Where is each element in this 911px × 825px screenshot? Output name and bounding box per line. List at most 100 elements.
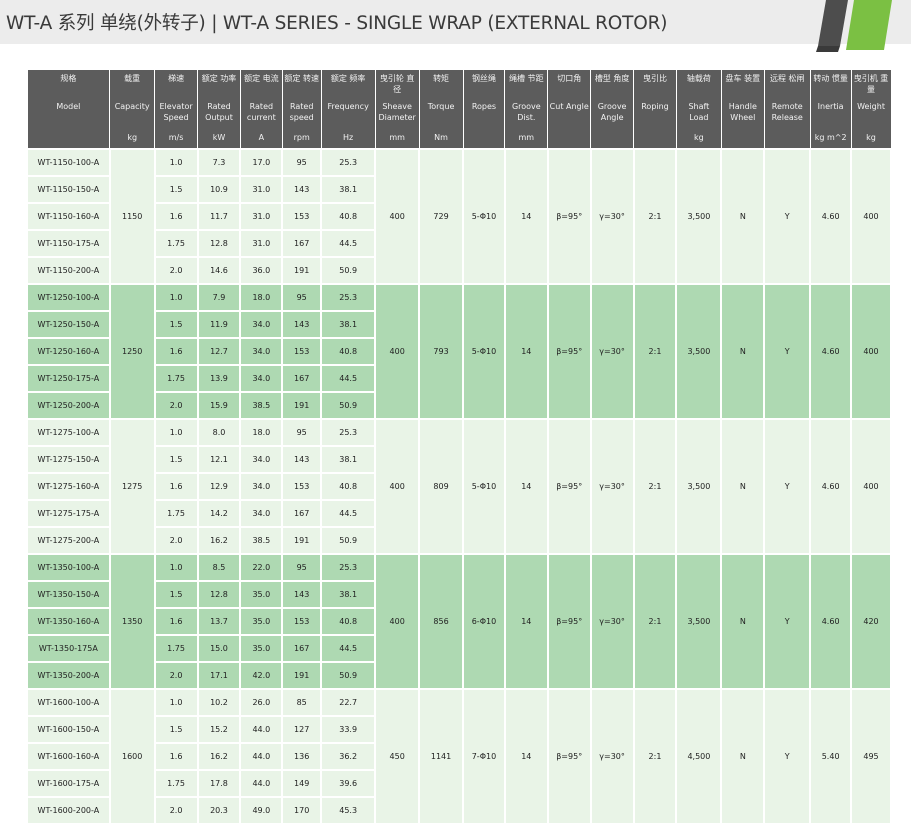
frequency-cell: 22.7 xyxy=(320,688,377,717)
groove-angle-cell: γ=30° xyxy=(589,688,635,825)
rpm-cell: 153 xyxy=(281,607,323,636)
column-header-en: Rated Output xyxy=(205,102,233,122)
current-cell: 44.0 xyxy=(239,742,284,771)
model-cell: WT-1275-200-A xyxy=(26,526,111,555)
remote-release-cell: Y xyxy=(763,418,812,555)
output-cell: 8.5 xyxy=(196,553,242,582)
column-header-zh: 梯速 xyxy=(168,74,185,83)
groove-dist-cell: 14 xyxy=(503,148,549,285)
column-header-zh: 盘车 装置 xyxy=(725,74,761,83)
capacity-cell: 1600 xyxy=(108,688,156,825)
table-row: WT-1350-100-A 1350 1.0 8.5 22.0 95 25.3 400 856 6… xyxy=(26,553,892,690)
column-header-zh: 额定 转速 xyxy=(284,74,319,83)
cut-angle-cell: β=95° xyxy=(546,553,592,690)
frequency-cell: 50.9 xyxy=(320,661,377,690)
current-cell: 31.0 xyxy=(239,202,284,231)
inertia-cell: 4.60 xyxy=(809,148,853,285)
model-cell: WT-1250-175-A xyxy=(26,364,111,393)
ropes-cell: 5-Φ10 xyxy=(462,283,506,420)
column-header: 梯速 Elevator Speed m/s xyxy=(154,70,199,149)
current-cell: 44.0 xyxy=(239,715,284,744)
rpm-cell: 191 xyxy=(281,256,323,285)
column-header-unit: A xyxy=(258,133,265,142)
column-header-en: Shaft Load xyxy=(688,102,710,122)
roping-cell: 2:1 xyxy=(632,283,678,420)
torque-cell: 793 xyxy=(418,283,465,420)
speed-cell: 1.5 xyxy=(153,445,199,474)
output-cell: 12.7 xyxy=(196,337,242,366)
column-header-unit xyxy=(723,132,763,146)
page-title: WT-A 系列 单绕(外转子) | WT-A SERIES - SINGLE W… xyxy=(6,13,668,34)
column-header-en: Ropes xyxy=(471,102,497,111)
title-bar: WT-A 系列 单绕(外转子) | WT-A SERIES - SINGLE W… xyxy=(0,0,911,52)
frequency-cell: 44.5 xyxy=(320,364,377,393)
handle-wheel-cell: N xyxy=(720,688,766,825)
column-header-zh: 额定 频率 xyxy=(330,74,366,83)
sheave-cell: 450 xyxy=(374,688,421,825)
column-header-zh: 远程 松闸 xyxy=(769,74,805,83)
spec-table: 规格 Model 载重 Capacity kg 梯速 Elevator Speed m/s 额定… xyxy=(26,70,892,825)
column-header-unit xyxy=(766,132,809,146)
column-header-unit: mm xyxy=(389,133,405,142)
rpm-cell: 143 xyxy=(281,445,323,474)
speed-cell: 1.75 xyxy=(153,364,199,393)
rpm-cell: 136 xyxy=(281,742,323,771)
sheave-cell: 400 xyxy=(374,553,421,690)
output-cell: 13.7 xyxy=(196,607,242,636)
frequency-cell: 39.6 xyxy=(320,769,377,798)
speed-cell: 1.5 xyxy=(153,310,199,339)
column-header-unit: mm xyxy=(518,133,535,142)
rpm-cell: 143 xyxy=(281,310,323,339)
sheave-cell: 400 xyxy=(374,283,421,420)
groove-angle-cell: γ=30° xyxy=(589,283,635,420)
sheave-cell: 400 xyxy=(374,148,421,285)
output-cell: 17.8 xyxy=(196,769,242,798)
column-header-zh: 规格 xyxy=(60,74,77,83)
speed-cell: 1.5 xyxy=(153,715,199,744)
speed-cell: 1.6 xyxy=(153,742,199,771)
output-cell: 13.9 xyxy=(196,364,242,393)
torque-cell: 856 xyxy=(418,553,465,690)
groove-dist-cell: 14 xyxy=(503,418,549,555)
weight-cell: 400 xyxy=(850,283,892,420)
frequency-cell: 50.9 xyxy=(320,391,377,420)
handle-wheel-cell: N xyxy=(720,283,766,420)
speed-cell: 1.0 xyxy=(153,688,199,717)
spec-table-container: 规格 Model 载重 Capacity kg 梯速 Elevator Speed m/s 额定… xyxy=(26,70,892,825)
column-header-zh: 钢丝绳 xyxy=(471,74,496,83)
frequency-cell: 38.1 xyxy=(320,580,377,609)
column-header: 载重 Capacity kg xyxy=(109,70,156,149)
table-row: WT-1275-100-A 1275 1.0 8.0 18.0 95 25.3 400 809 5… xyxy=(26,418,892,555)
speed-cell: 1.0 xyxy=(153,283,199,312)
output-cell: 10.2 xyxy=(196,688,242,717)
current-cell: 34.0 xyxy=(239,337,284,366)
model-cell: WT-1600-175-A xyxy=(26,769,111,798)
column-header: 绳槽 节距 Groove Dist. mm xyxy=(504,70,549,149)
column-header-en: Model xyxy=(56,102,81,111)
rpm-cell: 167 xyxy=(281,364,323,393)
current-cell: 22.0 xyxy=(239,553,284,582)
ropes-cell: 7-Φ10 xyxy=(462,688,506,825)
current-cell: 35.0 xyxy=(239,607,284,636)
current-cell: 34.0 xyxy=(239,364,284,393)
column-header: 轴载荷 Shaft Load kg xyxy=(675,70,722,149)
frequency-cell: 25.3 xyxy=(320,148,377,177)
inertia-cell: 4.60 xyxy=(809,283,853,420)
rpm-cell: 95 xyxy=(281,553,323,582)
column-header: 额定 电流 Rated current A xyxy=(239,70,283,149)
capacity-cell: 1275 xyxy=(108,418,156,555)
current-cell: 38.5 xyxy=(239,391,284,420)
model-cell: WT-1350-160-A xyxy=(26,607,111,636)
capacity-cell: 1150 xyxy=(108,148,156,285)
speed-cell: 1.6 xyxy=(153,472,199,501)
column-header: 钢丝绳 Ropes xyxy=(462,70,506,149)
rpm-cell: 191 xyxy=(281,391,323,420)
rpm-cell: 127 xyxy=(281,715,323,744)
current-cell: 18.0 xyxy=(239,283,284,312)
output-cell: 15.9 xyxy=(196,391,242,420)
column-header: 曳引比 Roping xyxy=(633,70,677,149)
output-cell: 12.8 xyxy=(196,580,242,609)
current-cell: 34.0 xyxy=(239,499,284,528)
weight-cell: 420 xyxy=(850,553,892,690)
column-header-zh: 槽型 角度 xyxy=(594,74,630,83)
